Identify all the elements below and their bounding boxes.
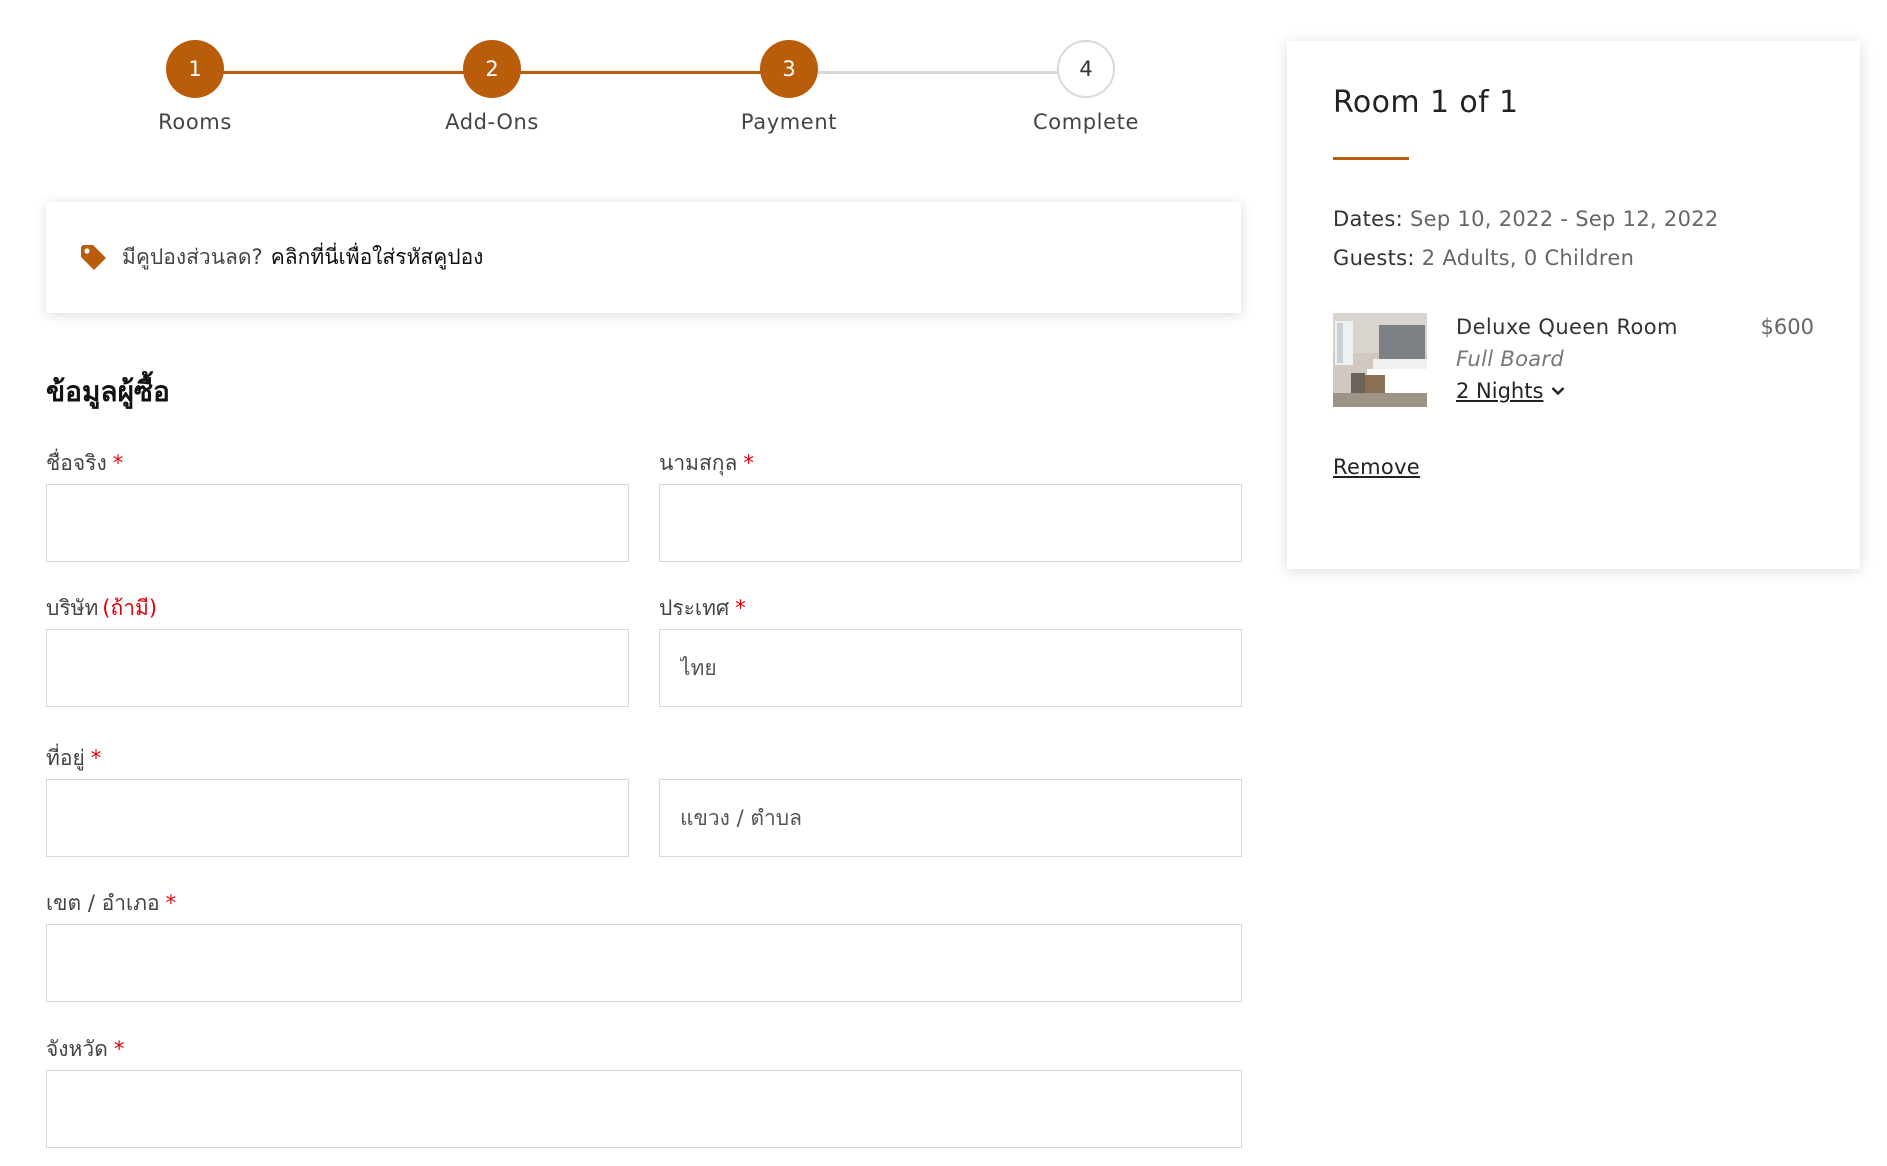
step-rooms[interactable]: 1 Rooms bbox=[95, 40, 295, 134]
summary-title: Room 1 of 1 bbox=[1333, 85, 1519, 120]
nights-toggle[interactable]: 2 Nights bbox=[1456, 379, 1565, 403]
step-number: 4 bbox=[1057, 40, 1115, 98]
title-divider bbox=[1333, 157, 1409, 160]
required-mark: * bbox=[112, 451, 124, 475]
step-number: 3 bbox=[760, 40, 818, 98]
step-label: Rooms bbox=[158, 110, 232, 134]
step-label: Complete bbox=[1032, 110, 1139, 134]
required-mark: * bbox=[113, 1037, 125, 1061]
address-field[interactable] bbox=[46, 779, 629, 857]
required-mark: * bbox=[165, 891, 177, 915]
label-text: ที่อยู่ bbox=[46, 746, 85, 770]
last-name-label: นามสกุล * bbox=[659, 447, 754, 480]
guests-label: Guests: bbox=[1333, 246, 1415, 270]
room-price: $600 bbox=[1760, 315, 1814, 339]
district-label: เขต / อำเภอ * bbox=[46, 887, 176, 920]
nights-label: 2 Nights bbox=[1456, 379, 1544, 403]
step-number: 2 bbox=[463, 40, 521, 98]
subdistrict-field[interactable] bbox=[659, 779, 1242, 857]
step-payment: 3 Payment bbox=[689, 40, 889, 134]
dates-value: Sep 10, 2022 - Sep 12, 2022 bbox=[1410, 207, 1719, 231]
required-mark: * bbox=[743, 451, 754, 475]
label-text: นามสกุล bbox=[659, 451, 738, 475]
last-name-field[interactable] bbox=[659, 484, 1242, 562]
province-field[interactable] bbox=[46, 1070, 1242, 1148]
step-number: 1 bbox=[166, 40, 224, 98]
required-mark: * bbox=[735, 596, 746, 620]
section-title: ข้อมูลผู้ซื้อ bbox=[46, 375, 170, 408]
guests-value: 2 Adults, 0 Children bbox=[1421, 246, 1635, 270]
dates-row: Dates: Sep 10, 2022 - Sep 12, 2022 bbox=[1333, 207, 1719, 231]
room-photo bbox=[1333, 313, 1427, 407]
address-label: ที่อยู่ * bbox=[46, 742, 101, 775]
country-label: ประเทศ * bbox=[659, 592, 746, 625]
first-name-label: ชื่อจริง * bbox=[46, 447, 123, 480]
company-label: บริษัท (ถ้ามี) bbox=[46, 592, 157, 625]
booking-summary-card: Room 1 of 1 Dates: Sep 10, 2022 - Sep 12… bbox=[1287, 41, 1860, 569]
district-field[interactable] bbox=[46, 924, 1242, 1002]
first-name-field[interactable] bbox=[46, 484, 629, 562]
coupon-code-link[interactable]: คลิกที่นี่เพื่อใส่รหัสคูปอง bbox=[271, 241, 484, 274]
step-label: Add-Ons bbox=[445, 110, 539, 134]
chevron-down-icon bbox=[1552, 387, 1565, 396]
label-text: จังหวัด bbox=[46, 1037, 108, 1061]
coupon-notice: มีคูปองส่วนลด? คลิกที่นี่เพื่อใส่รหัสคูป… bbox=[46, 202, 1241, 313]
required-mark: * bbox=[90, 746, 102, 770]
step-complete: 4 Complete bbox=[986, 40, 1186, 134]
coupon-prompt: มีคูปองส่วนลด? bbox=[122, 245, 263, 269]
label-text: บริษัท bbox=[46, 596, 99, 620]
step-add-ons[interactable]: 2 Add-Ons bbox=[392, 40, 592, 134]
label-text: ประเทศ bbox=[659, 596, 730, 620]
tag-icon bbox=[78, 243, 108, 273]
country-field[interactable] bbox=[659, 629, 1242, 707]
guests-row: Guests: 2 Adults, 0 Children bbox=[1333, 246, 1634, 270]
dates-label: Dates: bbox=[1333, 207, 1404, 231]
optional-mark: (ถ้ามี) bbox=[102, 596, 158, 620]
label-text: เขต / อำเภอ bbox=[46, 891, 160, 915]
province-label: จังหวัด * bbox=[46, 1033, 124, 1066]
step-label: Payment bbox=[740, 110, 838, 134]
company-field[interactable] bbox=[46, 629, 629, 707]
remove-room-link[interactable]: Remove bbox=[1333, 455, 1420, 479]
checkout-progress: 1 Rooms 2 Add-Ons 3 Payment 4 Complete bbox=[46, 40, 1241, 150]
label-text: ชื่อจริง bbox=[46, 451, 107, 475]
room-name: Deluxe Queen Room bbox=[1456, 315, 1678, 339]
room-board: Full Board bbox=[1456, 347, 1564, 371]
